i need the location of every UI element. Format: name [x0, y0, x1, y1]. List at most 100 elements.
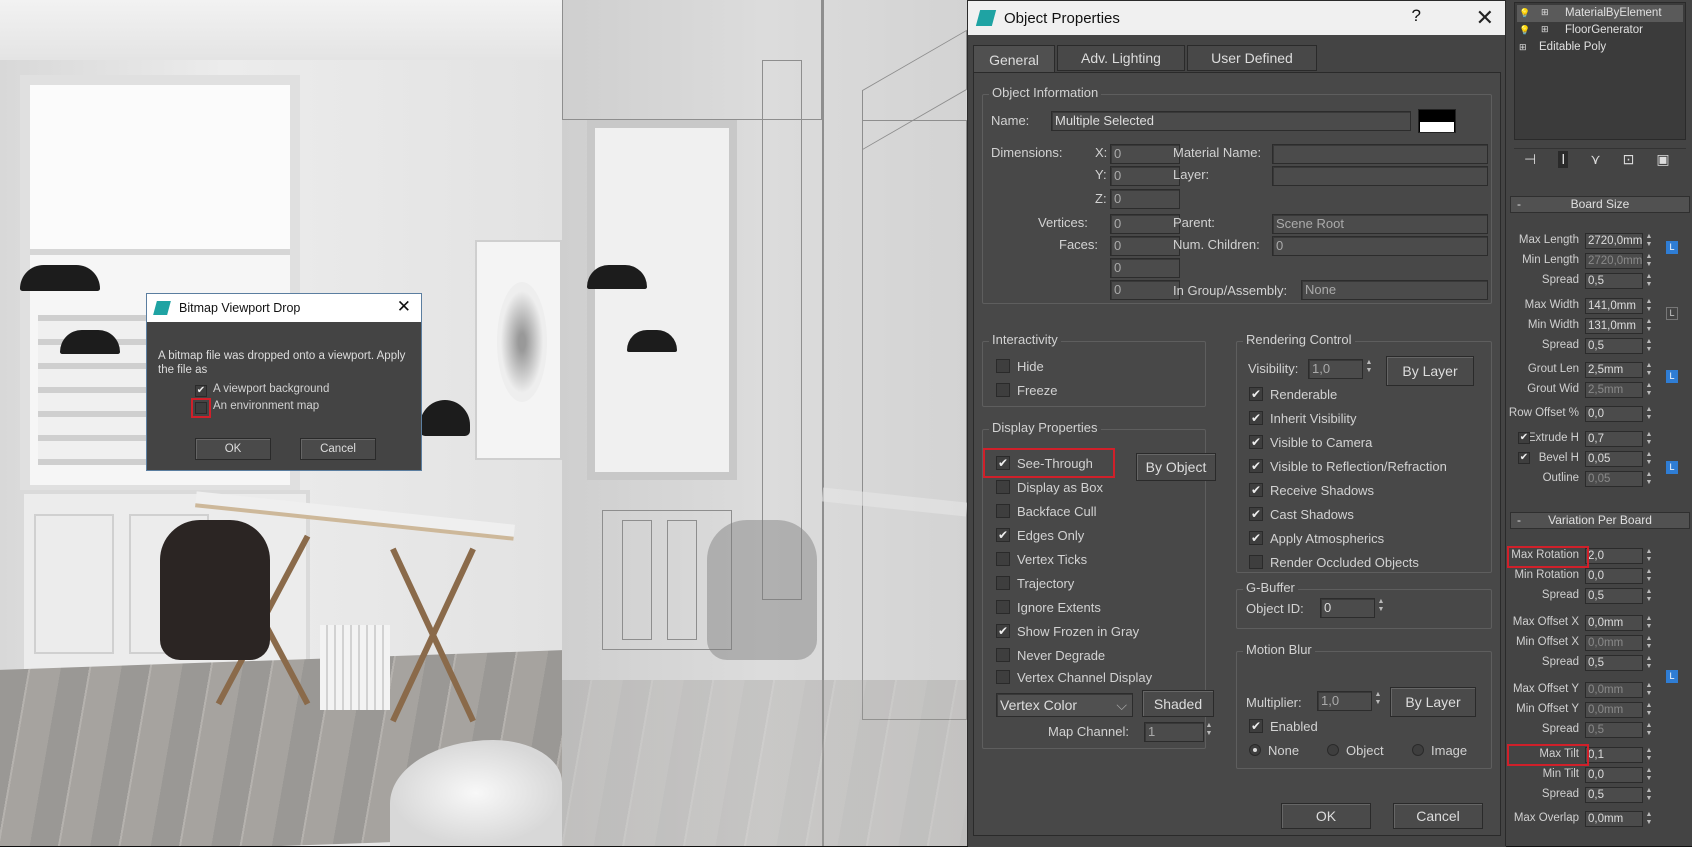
- spinner-arrows-icon[interactable]: ▲ ▼: [1644, 298, 1654, 314]
- object-radio[interactable]: [1327, 744, 1339, 756]
- map-channel-field[interactable]: 1: [1144, 722, 1204, 742]
- pin-stack-icon[interactable]: ⊣: [1524, 151, 1536, 168]
- extra-field[interactable]: 0: [1110, 258, 1180, 278]
- cast-shadows-checkbox[interactable]: ✔: [1249, 507, 1263, 521]
- stack-item[interactable]: 💡 ⊞ FloorGenerator: [1519, 24, 1683, 40]
- lock-length-icon[interactable]: L: [1666, 241, 1678, 254]
- extra-field[interactable]: 0: [1110, 280, 1180, 300]
- tab-adv-lighting[interactable]: Adv. Lighting: [1057, 45, 1185, 71]
- min-length-spinner[interactable]: 2720,0mm: [1585, 253, 1643, 269]
- spinner-arrows-icon[interactable]: ▲ ▼: [1644, 431, 1654, 447]
- material-name-field[interactable]: [1272, 144, 1488, 164]
- help-icon[interactable]: ?: [1412, 6, 1421, 26]
- spinner-arrows-icon[interactable]: ▲ ▼: [1204, 722, 1214, 738]
- extrude-h-checkbox[interactable]: ✔: [1518, 432, 1530, 444]
- visibility-field[interactable]: 1,0: [1308, 359, 1363, 379]
- render-occluded-objects-checkbox[interactable]: [1249, 555, 1263, 569]
- faces-field[interactable]: 0: [1110, 236, 1180, 256]
- min-offset-y-spinner[interactable]: 0,0mm: [1585, 702, 1643, 718]
- grout-wid-spinner[interactable]: 2,5mm: [1585, 382, 1643, 398]
- bevel-h-checkbox[interactable]: ✔: [1518, 452, 1530, 464]
- spread-spinner[interactable]: 0,5: [1585, 588, 1643, 604]
- tab-user-defined[interactable]: User Defined: [1187, 45, 1317, 71]
- image-radio[interactable]: [1412, 744, 1424, 756]
- max-rotation-spinner[interactable]: 2,0: [1585, 548, 1643, 564]
- spread-spinner[interactable]: 0,5: [1585, 655, 1643, 671]
- vertex-channel-display-checkbox[interactable]: [996, 670, 1010, 684]
- close-icon[interactable]: ✕: [397, 297, 411, 317]
- spinner-arrows-icon[interactable]: ▲ ▼: [1644, 811, 1654, 827]
- freeze-checkbox[interactable]: [996, 383, 1010, 397]
- none-radio[interactable]: [1249, 744, 1261, 756]
- lock-width-icon[interactable]: L: [1666, 307, 1678, 320]
- display-as-box-checkbox[interactable]: [996, 480, 1010, 494]
- spread-spinner[interactable]: 0,5: [1585, 722, 1643, 738]
- receive-shadows-checkbox[interactable]: ✔: [1249, 483, 1263, 497]
- extrude-h-spinner[interactable]: 0,7: [1585, 431, 1643, 447]
- enabled-checkbox[interactable]: ✔: [1249, 719, 1263, 733]
- shaded-button[interactable]: Shaded: [1142, 690, 1214, 717]
- spinner-arrows-icon[interactable]: ▲ ▼: [1644, 588, 1654, 604]
- spinner-arrows-icon[interactable]: ▲ ▼: [1373, 691, 1383, 707]
- cancel-button[interactable]: Cancel: [1393, 803, 1483, 829]
- spinner-arrows-icon[interactable]: ▲ ▼: [1644, 682, 1654, 698]
- stack-item[interactable]: ⊞ Editable Poly: [1519, 41, 1683, 57]
- tab-general[interactable]: General: [973, 45, 1055, 73]
- row-offset-spinner[interactable]: 0,0: [1585, 406, 1643, 422]
- spinner-arrows-icon[interactable]: ▲ ▼: [1644, 253, 1654, 269]
- spinner-arrows-icon[interactable]: ▲ ▼: [1644, 471, 1654, 487]
- never-degrade-checkbox[interactable]: [996, 648, 1010, 662]
- lock-grout-icon[interactable]: L: [1666, 370, 1678, 383]
- spinner-arrows-icon[interactable]: ▲ ▼: [1644, 233, 1654, 249]
- viewport-background-checkbox[interactable]: ✔: [195, 385, 207, 397]
- by-object-button[interactable]: By Object: [1136, 453, 1216, 481]
- max-offset-x-spinner[interactable]: 0,0mm: [1585, 615, 1643, 631]
- spinner-arrows-icon[interactable]: ▲ ▼: [1644, 273, 1654, 289]
- spinner-arrows-icon[interactable]: ▲ ▼: [1644, 318, 1654, 334]
- max-offset-y-spinner[interactable]: 0,0mm: [1585, 682, 1643, 698]
- max-length-spinner[interactable]: 2720,0mm: [1585, 233, 1643, 249]
- lock-offset-icon[interactable]: L: [1666, 670, 1678, 683]
- lightbulb-icon[interactable]: 💡: [1519, 25, 1530, 36]
- visible-to-camera-checkbox[interactable]: ✔: [1249, 435, 1263, 449]
- spread-spinner[interactable]: 0,5: [1585, 273, 1643, 289]
- max-overlap-spinner[interactable]: 0,0mm: [1585, 811, 1643, 827]
- max-width-spinner[interactable]: 141,0mm: [1585, 298, 1643, 314]
- wireframe-viewport[interactable]: [562, 0, 967, 846]
- min-tilt-spinner[interactable]: 0,0: [1585, 767, 1643, 783]
- make-unique-icon[interactable]: ⋎: [1590, 151, 1600, 168]
- z-field[interactable]: 0: [1110, 189, 1180, 209]
- cancel-button[interactable]: Cancel: [300, 438, 376, 460]
- lock-bevel-icon[interactable]: L: [1666, 461, 1678, 474]
- ok-button[interactable]: OK: [1281, 803, 1371, 829]
- spinner-arrows-icon[interactable]: ▲ ▼: [1644, 635, 1654, 651]
- spinner-arrows-icon[interactable]: ▲ ▼: [1644, 406, 1654, 422]
- spinner-arrows-icon[interactable]: ▲ ▼: [1644, 615, 1654, 631]
- spinner-arrows-icon[interactable]: ▲ ▼: [1644, 382, 1654, 398]
- num-children-field[interactable]: 0: [1272, 236, 1488, 256]
- remove-modifier-icon[interactable]: ⊡: [1623, 151, 1635, 168]
- inherit-visibility-checkbox[interactable]: ✔: [1249, 411, 1263, 425]
- name-field[interactable]: Multiple Selected: [1051, 111, 1411, 131]
- vertex-ticks-checkbox[interactable]: [996, 552, 1010, 566]
- hide-checkbox[interactable]: [996, 359, 1010, 373]
- spinner-arrows-icon[interactable]: ▲ ▼: [1644, 338, 1654, 354]
- spread-spinner[interactable]: 0,5: [1585, 338, 1643, 354]
- spinner-arrows-icon[interactable]: ▲ ▼: [1364, 359, 1374, 375]
- spinner-arrows-icon[interactable]: ▲ ▼: [1644, 655, 1654, 671]
- renderable-checkbox[interactable]: ✔: [1249, 387, 1263, 401]
- layer-field[interactable]: [1272, 166, 1488, 186]
- backface-cull-checkbox[interactable]: [996, 504, 1010, 518]
- spinner-arrows-icon[interactable]: ▲ ▼: [1644, 451, 1654, 467]
- expand-icon[interactable]: ⊞: [1541, 7, 1549, 18]
- ok-button[interactable]: OK: [195, 438, 271, 460]
- spinner-arrows-icon[interactable]: ▲ ▼: [1644, 747, 1654, 763]
- by-layer-button[interactable]: By Layer: [1390, 687, 1476, 717]
- modifier-stack[interactable]: 💡 ⊞ MaterialByElement 💡 ⊞ FloorGenerator ⊞ Edit…: [1514, 2, 1686, 140]
- expand-icon[interactable]: ⊞: [1519, 42, 1529, 53]
- spinner-arrows-icon[interactable]: ▲ ▼: [1644, 767, 1654, 783]
- x-field[interactable]: 0: [1110, 144, 1180, 164]
- object-color-swatch[interactable]: [1418, 109, 1456, 133]
- min-width-spinner[interactable]: 131,0mm: [1585, 318, 1643, 334]
- board-size-rollout-header[interactable]: - Board Size: [1510, 196, 1690, 213]
